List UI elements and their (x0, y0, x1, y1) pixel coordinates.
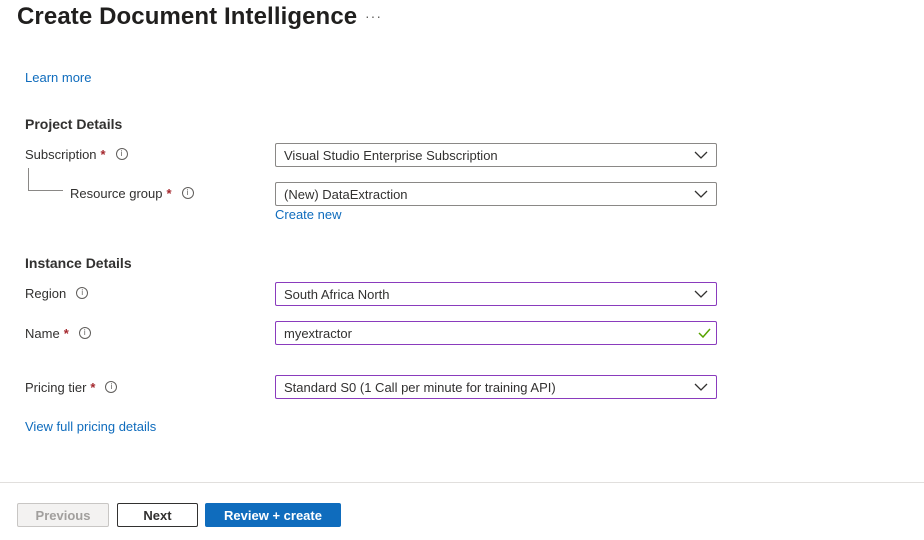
next-button[interactable]: Next (117, 503, 198, 527)
create-new-link[interactable]: Create new (275, 207, 341, 222)
previous-button[interactable]: Previous (17, 503, 109, 527)
info-icon[interactable]: i (105, 381, 118, 393)
resource-group-value: (New) DataExtraction (284, 186, 408, 202)
region-dropdown[interactable]: South Africa North (275, 282, 717, 306)
pricing-tier-value: Standard S0 (1 Call per minute for train… (284, 379, 556, 395)
pricing-tier-label: Pricing tier * i (25, 376, 118, 398)
page-title: Create Document Intelligence (17, 3, 358, 30)
pricing-tier-label-text: Pricing tier (25, 379, 87, 395)
subscription-label-text: Subscription (25, 146, 97, 162)
learn-more-link[interactable]: Learn more (25, 70, 91, 85)
subscription-dropdown[interactable]: Visual Studio Enterprise Subscription (275, 143, 717, 167)
info-icon[interactable]: i (78, 327, 91, 339)
required-marker: * (90, 379, 96, 395)
resource-group-label-text: Resource group (70, 185, 163, 201)
create-document-intelligence-page: Create Document Intelligence ··· Learn m… (0, 0, 924, 540)
review-create-button[interactable]: Review + create (205, 503, 341, 527)
tree-connector (28, 168, 63, 191)
name-label-text: Name (25, 325, 60, 341)
info-icon[interactable]: i (181, 187, 194, 199)
chevron-down-icon (686, 144, 716, 166)
resource-group-label: Resource group * i (70, 182, 194, 204)
region-label-text: Region (25, 285, 67, 301)
more-options-button[interactable]: ··· (365, 8, 382, 24)
required-marker: * (63, 325, 69, 341)
footer-divider (0, 482, 924, 483)
info-icon[interactable]: i (115, 148, 128, 160)
checkmark-icon (692, 328, 716, 338)
required-marker: * (166, 185, 172, 201)
info-icon[interactable]: i (76, 287, 89, 299)
required-marker: * (100, 146, 106, 162)
name-value: myextractor (284, 325, 352, 341)
project-details-heading: Project Details (25, 116, 123, 132)
name-label: Name * i (25, 322, 91, 344)
chevron-down-icon (686, 283, 716, 305)
region-value: South Africa North (284, 286, 390, 302)
subscription-label: Subscription * i (25, 143, 128, 165)
name-input[interactable]: myextractor (275, 321, 717, 345)
subscription-value: Visual Studio Enterprise Subscription (284, 147, 498, 163)
resource-group-dropdown[interactable]: (New) DataExtraction (275, 182, 717, 206)
chevron-down-icon (686, 376, 716, 398)
chevron-down-icon (686, 183, 716, 205)
instance-details-heading: Instance Details (25, 255, 132, 271)
view-pricing-link[interactable]: View full pricing details (25, 419, 156, 434)
pricing-tier-dropdown[interactable]: Standard S0 (1 Call per minute for train… (275, 375, 717, 399)
region-label: Region i (25, 282, 89, 304)
